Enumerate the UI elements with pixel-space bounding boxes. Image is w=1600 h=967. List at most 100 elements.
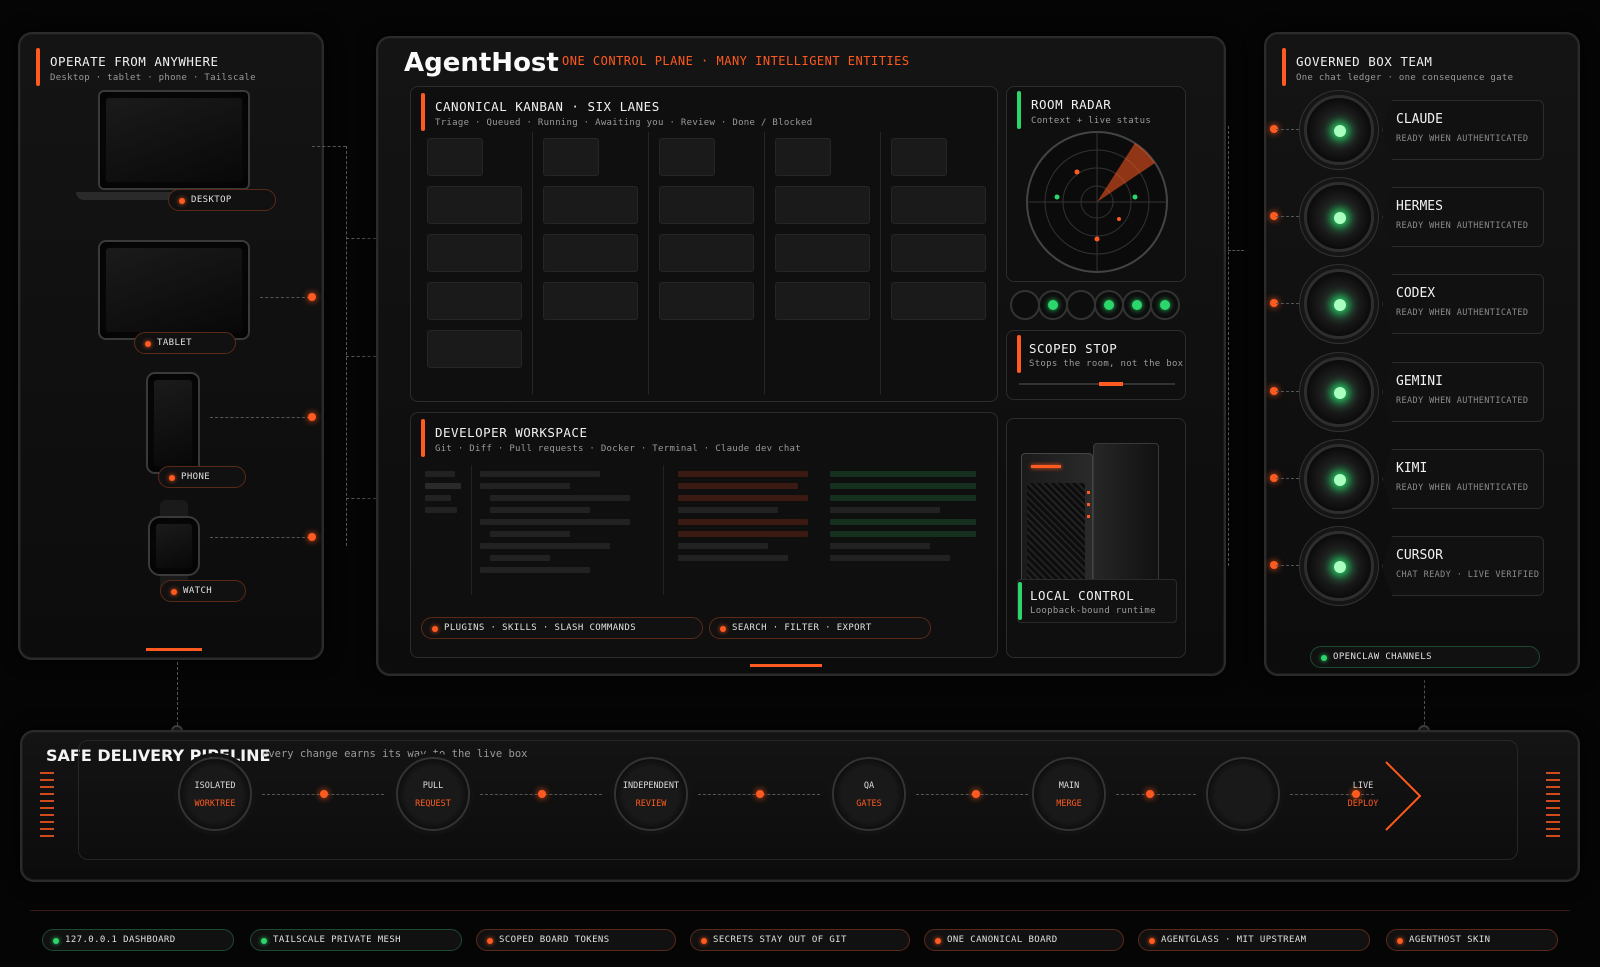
connector-line bbox=[1276, 391, 1304, 392]
status-dot bbox=[1010, 290, 1040, 320]
stage-label: INDEPENDENT bbox=[622, 781, 680, 791]
kanban-card[interactable] bbox=[775, 234, 870, 272]
kanban-card[interactable] bbox=[775, 186, 870, 224]
agent-hermes[interactable]: HERMES READY WHEN AUTHENTICATED bbox=[1270, 177, 1544, 257]
stage-label: PULL bbox=[422, 781, 444, 791]
kanban-card[interactable] bbox=[659, 234, 754, 272]
kanban-lane[interactable] bbox=[881, 132, 997, 394]
kanban-card[interactable] bbox=[891, 282, 986, 320]
kanban-lane[interactable] bbox=[533, 132, 649, 394]
header-accent bbox=[421, 93, 425, 131]
kanban-card[interactable] bbox=[543, 234, 638, 272]
footer-canonical-board[interactable]: ONE CANONICAL BOARD bbox=[924, 929, 1124, 951]
brand-logo: AgentHost bbox=[404, 48, 559, 78]
stage-live-deploy[interactable]: LIVE DEPLOY bbox=[1206, 757, 1378, 831]
stage-qa-gates[interactable]: QA GATES bbox=[832, 757, 906, 831]
pipeline-connector bbox=[1290, 794, 1374, 795]
search-pill[interactable]: SEARCH · FILTER · EXPORT bbox=[709, 617, 931, 639]
kanban-card[interactable] bbox=[427, 138, 483, 176]
devices-panel-subtitle: Desktop · tablet · phone · Tailscale bbox=[50, 73, 256, 83]
kanban-card[interactable] bbox=[427, 186, 522, 224]
agent-status-light-icon bbox=[1304, 182, 1374, 252]
kanban-card[interactable] bbox=[891, 234, 986, 272]
kanban-card[interactable] bbox=[543, 138, 599, 176]
stage-worktree[interactable]: ISOLATED WORKTREE bbox=[178, 757, 252, 831]
kanban-card[interactable] bbox=[659, 138, 715, 176]
agent-name: HERMES bbox=[1396, 199, 1443, 214]
tablet-icon[interactable] bbox=[98, 240, 250, 340]
connector-node bbox=[308, 533, 316, 541]
kanban-card[interactable] bbox=[775, 282, 870, 320]
footer-secrets[interactable]: SECRETS STAY OUT OF GIT bbox=[690, 929, 910, 951]
kanban-lane[interactable] bbox=[649, 132, 765, 394]
stage-sublabel: REVIEW bbox=[635, 799, 667, 809]
kanban-lane[interactable] bbox=[417, 132, 533, 394]
diff-viewer[interactable] bbox=[663, 465, 981, 595]
kanban-card[interactable] bbox=[891, 186, 986, 224]
scoped-stop[interactable]: SCOPED STOP Stops the room, not the box bbox=[1006, 330, 1186, 400]
agent-name: CLAUDE bbox=[1396, 112, 1443, 127]
device-tablet-label[interactable]: TABLET bbox=[134, 332, 236, 354]
radar-title: ROOM RADAR bbox=[1031, 97, 1112, 112]
watch-icon[interactable] bbox=[148, 516, 200, 576]
kanban-card[interactable] bbox=[891, 138, 947, 176]
header-accent bbox=[1017, 335, 1021, 373]
local-control[interactable]: LOCAL CONTROL Loopback-bound runtime bbox=[1006, 418, 1186, 658]
bus-line bbox=[177, 662, 178, 730]
developer-workspace[interactable]: DEVELOPER WORKSPACE Git · Diff · Pull re… bbox=[410, 412, 998, 658]
stage-main-merge[interactable]: MAIN MERGE bbox=[1032, 757, 1106, 831]
kanban-subtitle: Triage · Queued · Running · Awaiting you… bbox=[435, 118, 813, 128]
laptop-icon[interactable] bbox=[98, 90, 250, 190]
radar-scope bbox=[1026, 131, 1168, 273]
room-radar[interactable]: ROOM RADAR Context + live status bbox=[1006, 86, 1186, 282]
stage-review[interactable]: INDEPENDENT REVIEW bbox=[614, 757, 688, 831]
level-meter bbox=[1546, 772, 1560, 842]
kanban-card[interactable] bbox=[427, 282, 522, 320]
stage-pull-request[interactable]: PULL REQUEST bbox=[396, 757, 470, 831]
phone-icon[interactable] bbox=[146, 372, 200, 474]
openclaw-channels-pill[interactable]: OPENCLAW CHANNELS bbox=[1310, 646, 1540, 668]
agent-team-title: GOVERNED BOX TEAM bbox=[1296, 54, 1433, 69]
kanban-card[interactable] bbox=[659, 186, 754, 224]
footer-agenthost-skin[interactable]: AGENTHOST SKIN bbox=[1386, 929, 1558, 951]
control-plane-panel: AgentHost ONE CONTROL PLANE · MANY INTEL… bbox=[376, 36, 1226, 676]
kanban-card[interactable] bbox=[427, 234, 522, 272]
agent-status: CHAT READY · LIVE VERIFIED bbox=[1396, 570, 1540, 580]
agent-card bbox=[1382, 536, 1544, 596]
file-tree[interactable] bbox=[421, 465, 465, 595]
agent-codex[interactable]: CODEX READY WHEN AUTHENTICATED bbox=[1270, 264, 1544, 344]
footer-agentglass[interactable]: AGENTGLASS · MIT UPSTREAM bbox=[1138, 929, 1370, 951]
device-desktop-label[interactable]: DESKTOP bbox=[168, 189, 276, 211]
stop-slider[interactable] bbox=[1019, 382, 1175, 386]
code-editor[interactable] bbox=[471, 465, 657, 595]
delivery-pipeline: SAFE DELIVERY PIPELINE every change earn… bbox=[20, 730, 1580, 882]
bus-line bbox=[1424, 680, 1425, 730]
kanban-card[interactable] bbox=[427, 330, 522, 368]
footer-dashboard[interactable]: 127.0.0.1 DASHBOARD bbox=[42, 929, 234, 951]
local-control-subtitle: Loopback-bound runtime bbox=[1030, 606, 1156, 616]
kanban-lane[interactable] bbox=[765, 132, 881, 394]
kanban-board[interactable]: CANONICAL KANBAN · SIX LANES Triage · Qu… bbox=[410, 86, 998, 402]
chevron-right-icon bbox=[1385, 761, 1422, 831]
agent-cursor[interactable]: CURSOR CHAT READY · LIVE VERIFIED bbox=[1270, 526, 1544, 606]
agent-status-light-icon bbox=[1304, 95, 1374, 165]
footer-tailscale[interactable]: TAILSCALE PRIVATE MESH bbox=[250, 929, 462, 951]
server-icon bbox=[1021, 443, 1161, 599]
footer-board-tokens[interactable]: SCOPED BOARD TOKENS bbox=[476, 929, 676, 951]
kanban-card[interactable] bbox=[775, 138, 831, 176]
stage-sublabel: MERGE bbox=[1056, 799, 1082, 809]
kanban-card[interactable] bbox=[543, 282, 638, 320]
pipeline-node bbox=[972, 790, 980, 798]
plugins-pill[interactable]: PLUGINS · SKILLS · SLASH COMMANDS bbox=[421, 617, 703, 639]
header-accent bbox=[1282, 48, 1286, 86]
kanban-card[interactable] bbox=[543, 186, 638, 224]
workspace-subtitle: Git · Diff · Pull requests · Docker · Te… bbox=[435, 444, 801, 454]
bus-line bbox=[1228, 126, 1229, 566]
agent-kimi[interactable]: KIMI READY WHEN AUTHENTICATED bbox=[1270, 439, 1544, 519]
scoped-stop-subtitle: Stops the room, not the box bbox=[1029, 359, 1184, 369]
agent-gemini[interactable]: GEMINI READY WHEN AUTHENTICATED bbox=[1270, 352, 1544, 432]
kanban-card[interactable] bbox=[659, 282, 754, 320]
device-phone-label[interactable]: PHONE bbox=[158, 466, 246, 488]
device-watch-label[interactable]: WATCH bbox=[160, 580, 246, 602]
agent-claude[interactable]: CLAUDE READY WHEN AUTHENTICATED bbox=[1270, 90, 1544, 170]
